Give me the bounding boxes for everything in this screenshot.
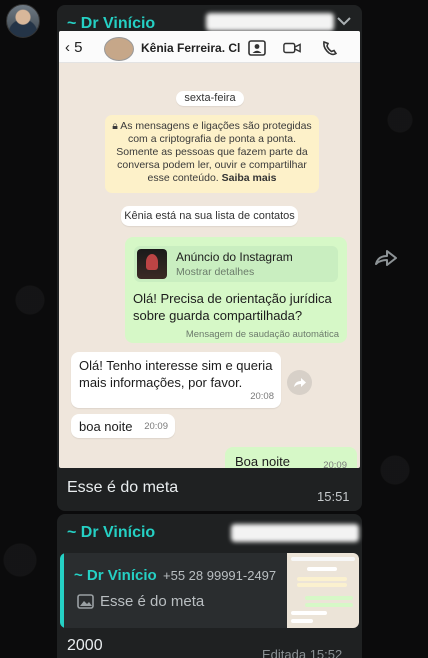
- video-call-icon: [283, 42, 301, 54]
- redacted-phone: [206, 13, 334, 31]
- message-time: 20:08: [250, 391, 274, 402]
- quote-text: Esse é do meta: [100, 593, 205, 610]
- ad-meta: Mensagem de saudação automática: [185, 329, 339, 340]
- learn-more-link[interactable]: Saiba mais: [222, 172, 277, 184]
- ad-thumbnail: [137, 249, 167, 279]
- chevron-down-icon[interactable]: [337, 16, 351, 26]
- quote-accent-bar: [60, 553, 64, 628]
- lock-icon: 🔒︎: [112, 120, 118, 132]
- back-arrow-icon: ‹ 5: [65, 39, 83, 56]
- contact-avatar: [104, 37, 134, 61]
- ad-text: Olá! Precisa de orientação jurídica sobr…: [133, 291, 332, 323]
- forwarded-screenshot[interactable]: ‹ 5 Kênia Ferreira. Cl... sexta-feira 🔒︎…: [59, 31, 360, 468]
- message-time: 20:09: [323, 460, 347, 468]
- message-time-edited: Editada 15:52: [262, 647, 343, 658]
- encryption-text: As mensagens e ligações são protegidas c…: [116, 120, 312, 184]
- incoming-text: Olá! Tenho interesse sim e queria mais i…: [79, 358, 273, 390]
- message-time: 15:51: [317, 489, 350, 504]
- contact-notice: Kênia está na sua lista de contatos: [121, 206, 298, 226]
- forward-icon[interactable]: [374, 248, 398, 268]
- image-icon: [77, 594, 94, 609]
- message-time: 20:09: [144, 421, 168, 432]
- message-text: 2000: [67, 637, 103, 654]
- quote-sender: ~ Dr Vinício: [74, 567, 157, 584]
- sender-name[interactable]: ~ Dr Vinício: [67, 524, 155, 542]
- instagram-ad-message[interactable]: Anúncio do Instagram Mostrar detalhes Ol…: [125, 237, 347, 343]
- contact-name: Kênia Ferreira. Cl...: [141, 41, 241, 55]
- encryption-notice: 🔒︎ As mensagens e ligações são protegida…: [105, 115, 319, 193]
- incoming-message[interactable]: boa noite 20:09: [71, 414, 175, 438]
- incoming-text: boa noite: [79, 419, 133, 434]
- message-caption: Esse é do meta: [67, 479, 179, 496]
- ad-title: Anúncio do Instagram: [176, 250, 293, 264]
- ad-card[interactable]: Anúncio do Instagram Mostrar detalhes: [134, 246, 338, 282]
- quote-phone: +55 28 99991-2497: [163, 568, 277, 583]
- outgoing-text: Boa noite: [235, 454, 290, 468]
- screenshot-header: ‹ 5 Kênia Ferreira. Cl...: [59, 31, 360, 63]
- redacted-phone: [231, 524, 359, 542]
- back-count: 5: [74, 39, 83, 56]
- incoming-message[interactable]: Olá! Tenho interesse sim e queria mais i…: [71, 352, 281, 408]
- phone-icon: [323, 40, 338, 56]
- quote-thumbnail: [287, 553, 359, 628]
- day-label: sexta-feira: [176, 91, 244, 106]
- quoted-message[interactable]: ~ Dr Vinício +55 28 99991-2497 Esse é do…: [60, 553, 359, 628]
- contact-card-icon: [248, 40, 266, 56]
- forward-icon[interactable]: [287, 370, 312, 395]
- ad-details-link[interactable]: Mostrar detalhes: [176, 266, 254, 278]
- sender-avatar[interactable]: [6, 4, 40, 38]
- outgoing-message[interactable]: Boa noite 20:09: [225, 447, 357, 468]
